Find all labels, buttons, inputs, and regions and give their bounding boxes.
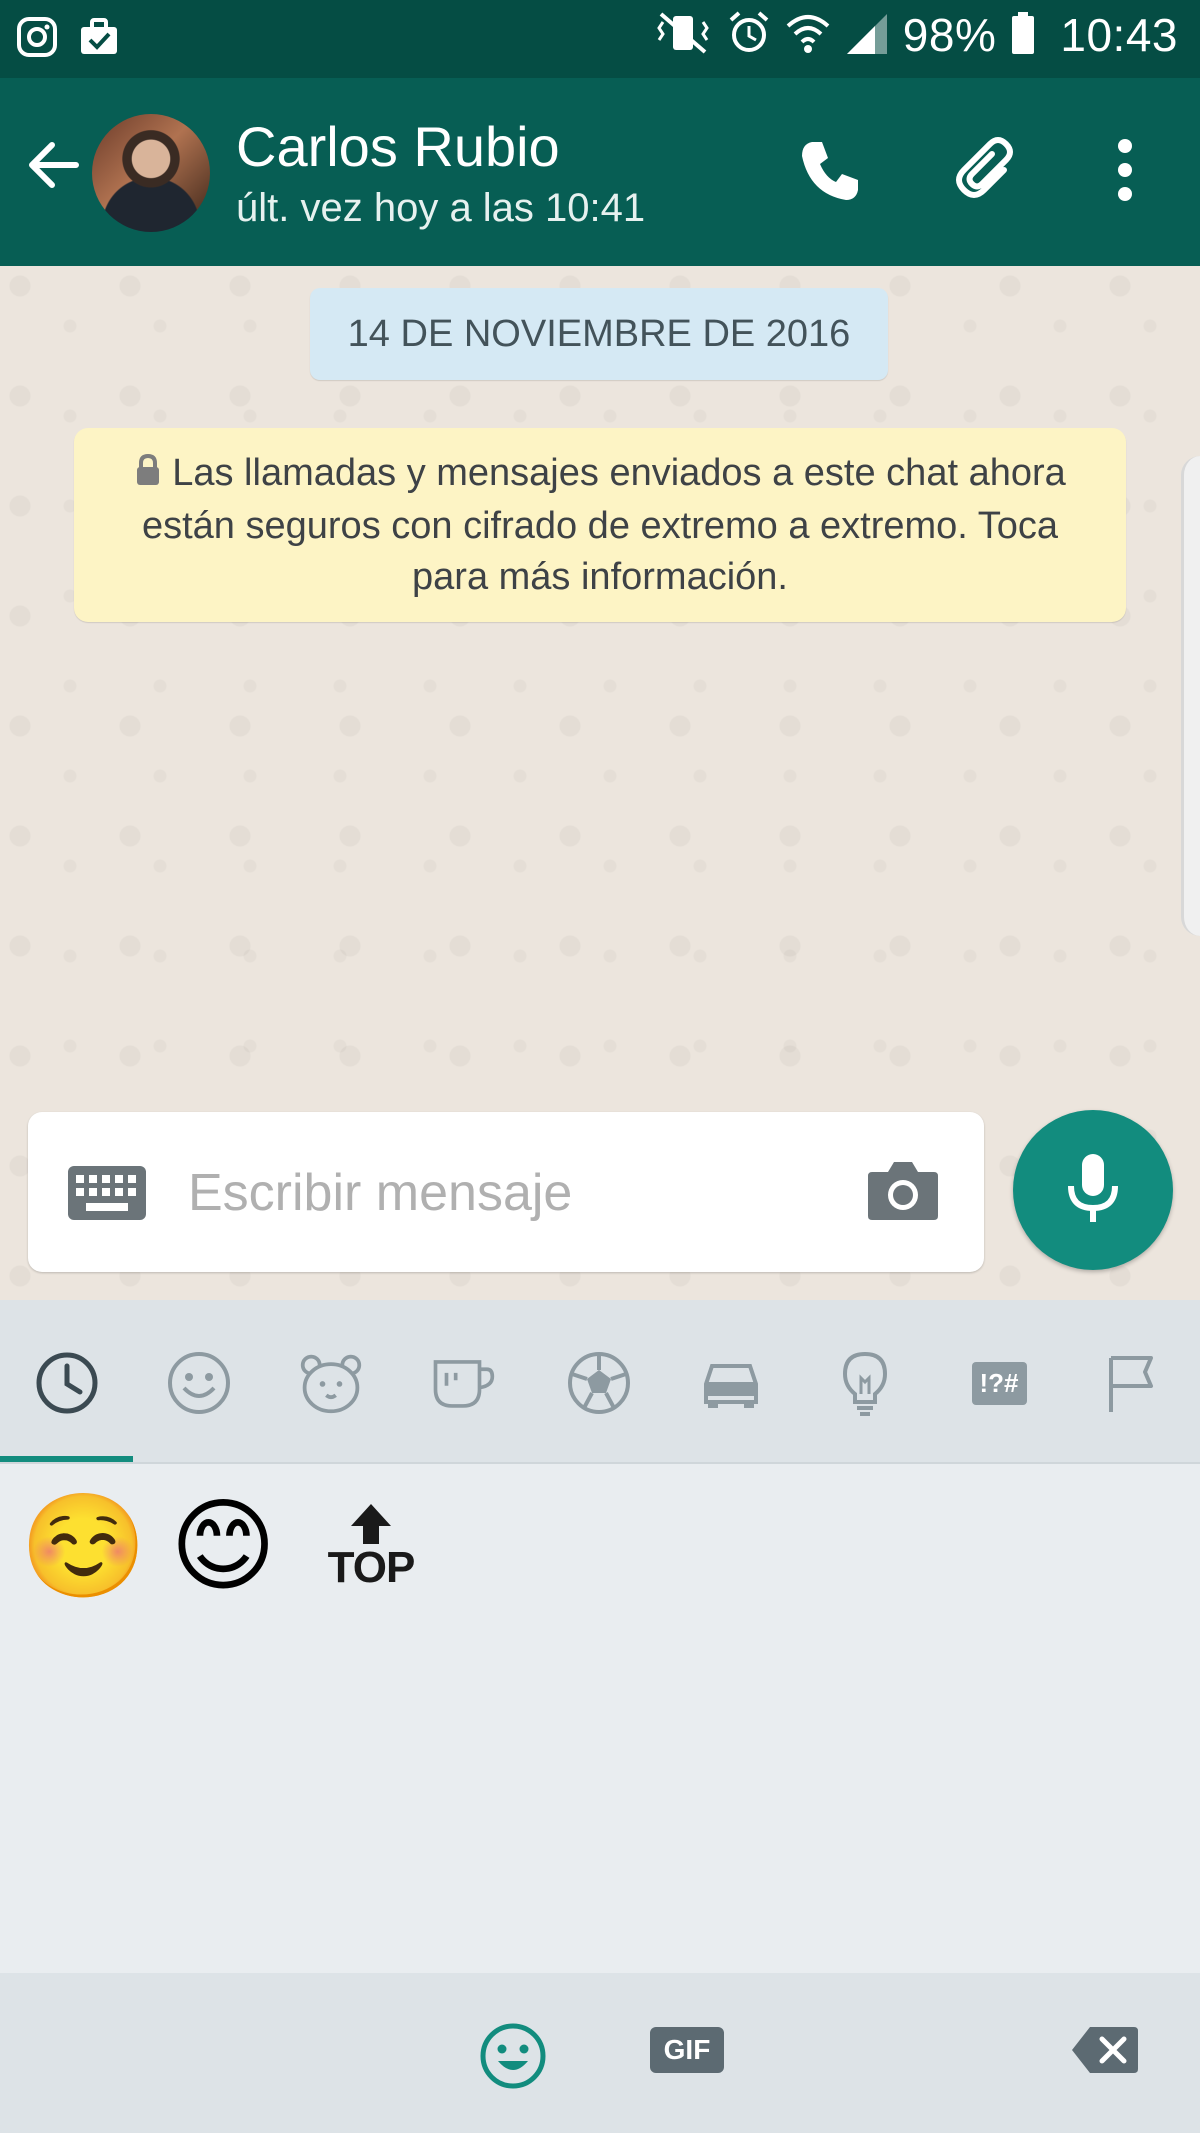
message-composer	[28, 1112, 984, 1272]
cup-icon	[433, 1360, 495, 1408]
selected-tab-indicator	[0, 1456, 133, 1462]
emoji-category-tabs: !?#	[0, 1300, 1200, 1464]
camera-button[interactable]	[866, 1158, 940, 1227]
encryption-notice[interactable]: Las llamadas y mensajes enviados a este …	[74, 428, 1126, 622]
gif-button[interactable]: GIF	[650, 2027, 724, 2073]
tab-travel[interactable]	[698, 1350, 764, 1416]
lock-icon	[134, 450, 162, 501]
battery-percentage: 98%	[902, 9, 997, 61]
encryption-notice-text: Las llamadas y mensajes enviados a este …	[141, 451, 1066, 598]
chat-header: Carlos Rubio últ. vez hoy a las 10:41	[0, 78, 1200, 266]
emoji-top-arrow[interactable]: TOP	[320, 1486, 422, 1606]
keyboard-icon	[68, 1166, 146, 1220]
emoji-keyboard-bottom-bar: GIF	[0, 1973, 1200, 2133]
call-button[interactable]	[790, 130, 870, 210]
recent-emoji-grid: ☺️ 😊 TOP	[20, 1486, 422, 1606]
more-vert-icon	[1118, 139, 1132, 201]
up-arrow-icon	[351, 1504, 391, 1544]
voice-message-button[interactable]	[1013, 1110, 1173, 1270]
emoji-mode-button[interactable]	[478, 2021, 548, 2096]
backspace-icon	[1072, 2027, 1138, 2073]
mic-icon	[1068, 1154, 1118, 1222]
tab-symbols[interactable]: !?#	[966, 1350, 1032, 1416]
status-bar: 98% 10:43	[0, 0, 1200, 78]
keyboard-toggle-button[interactable]	[68, 1166, 146, 1225]
tab-recent[interactable]	[34, 1350, 100, 1416]
contact-name[interactable]: Carlos Rubio	[236, 114, 560, 179]
last-seen[interactable]: últ. vez hoy a las 10:41	[236, 186, 645, 231]
attach-icon	[956, 137, 1013, 198]
message-input[interactable]	[186, 1150, 830, 1236]
car-icon	[704, 1364, 758, 1408]
tab-food[interactable]	[430, 1350, 496, 1416]
edge-panel-handle[interactable]	[1181, 456, 1200, 936]
vibrate-mute-icon	[653, 10, 713, 61]
arrow-back-icon	[29, 142, 79, 188]
lightbulb-icon	[842, 1351, 888, 1416]
tab-smileys[interactable]	[166, 1350, 232, 1416]
tab-objects[interactable]	[832, 1350, 898, 1416]
instagram-icon	[16, 16, 58, 63]
emoji-icon	[480, 2023, 546, 2089]
signal-icon	[845, 10, 889, 61]
emoji-keyboard: !?# ☺️ 😊 TOP GIF	[0, 1300, 1200, 2133]
date-chip: 14 DE NOVIEMBRE DE 2016	[310, 288, 888, 380]
backspace-button[interactable]	[1070, 2023, 1140, 2082]
tab-activity[interactable]	[566, 1350, 632, 1416]
flag-icon	[1109, 1356, 1153, 1412]
more-options-button[interactable]	[1100, 130, 1150, 210]
tab-animals[interactable]	[298, 1350, 364, 1416]
clock-icon	[36, 1352, 98, 1414]
emoji-relaxed[interactable]: ☺️	[20, 1486, 147, 1606]
contact-avatar[interactable]	[92, 114, 210, 232]
symbols-icon: !?#	[971, 1361, 1027, 1405]
call-icon	[802, 142, 858, 200]
smiley-icon	[168, 1352, 230, 1414]
tab-flags[interactable]	[1098, 1350, 1164, 1416]
alarm-icon	[727, 10, 771, 61]
clock: 10:43	[1060, 9, 1178, 61]
battery-icon	[1010, 10, 1036, 61]
chat-area[interactable]: 14 DE NOVIEMBRE DE 2016 Las llamadas y m…	[0, 266, 1200, 1300]
briefcase-check-icon	[78, 16, 120, 63]
emoji-smiling-eyes[interactable]: 😊	[170, 1486, 276, 1606]
attach-button[interactable]	[948, 130, 1028, 210]
top-label: TOP	[327, 1543, 416, 1592]
soccer-ball-icon	[568, 1352, 630, 1414]
camera-icon	[868, 1162, 938, 1220]
wifi-icon	[785, 10, 831, 61]
back-button[interactable]	[24, 130, 84, 200]
bear-icon	[300, 1354, 362, 1414]
